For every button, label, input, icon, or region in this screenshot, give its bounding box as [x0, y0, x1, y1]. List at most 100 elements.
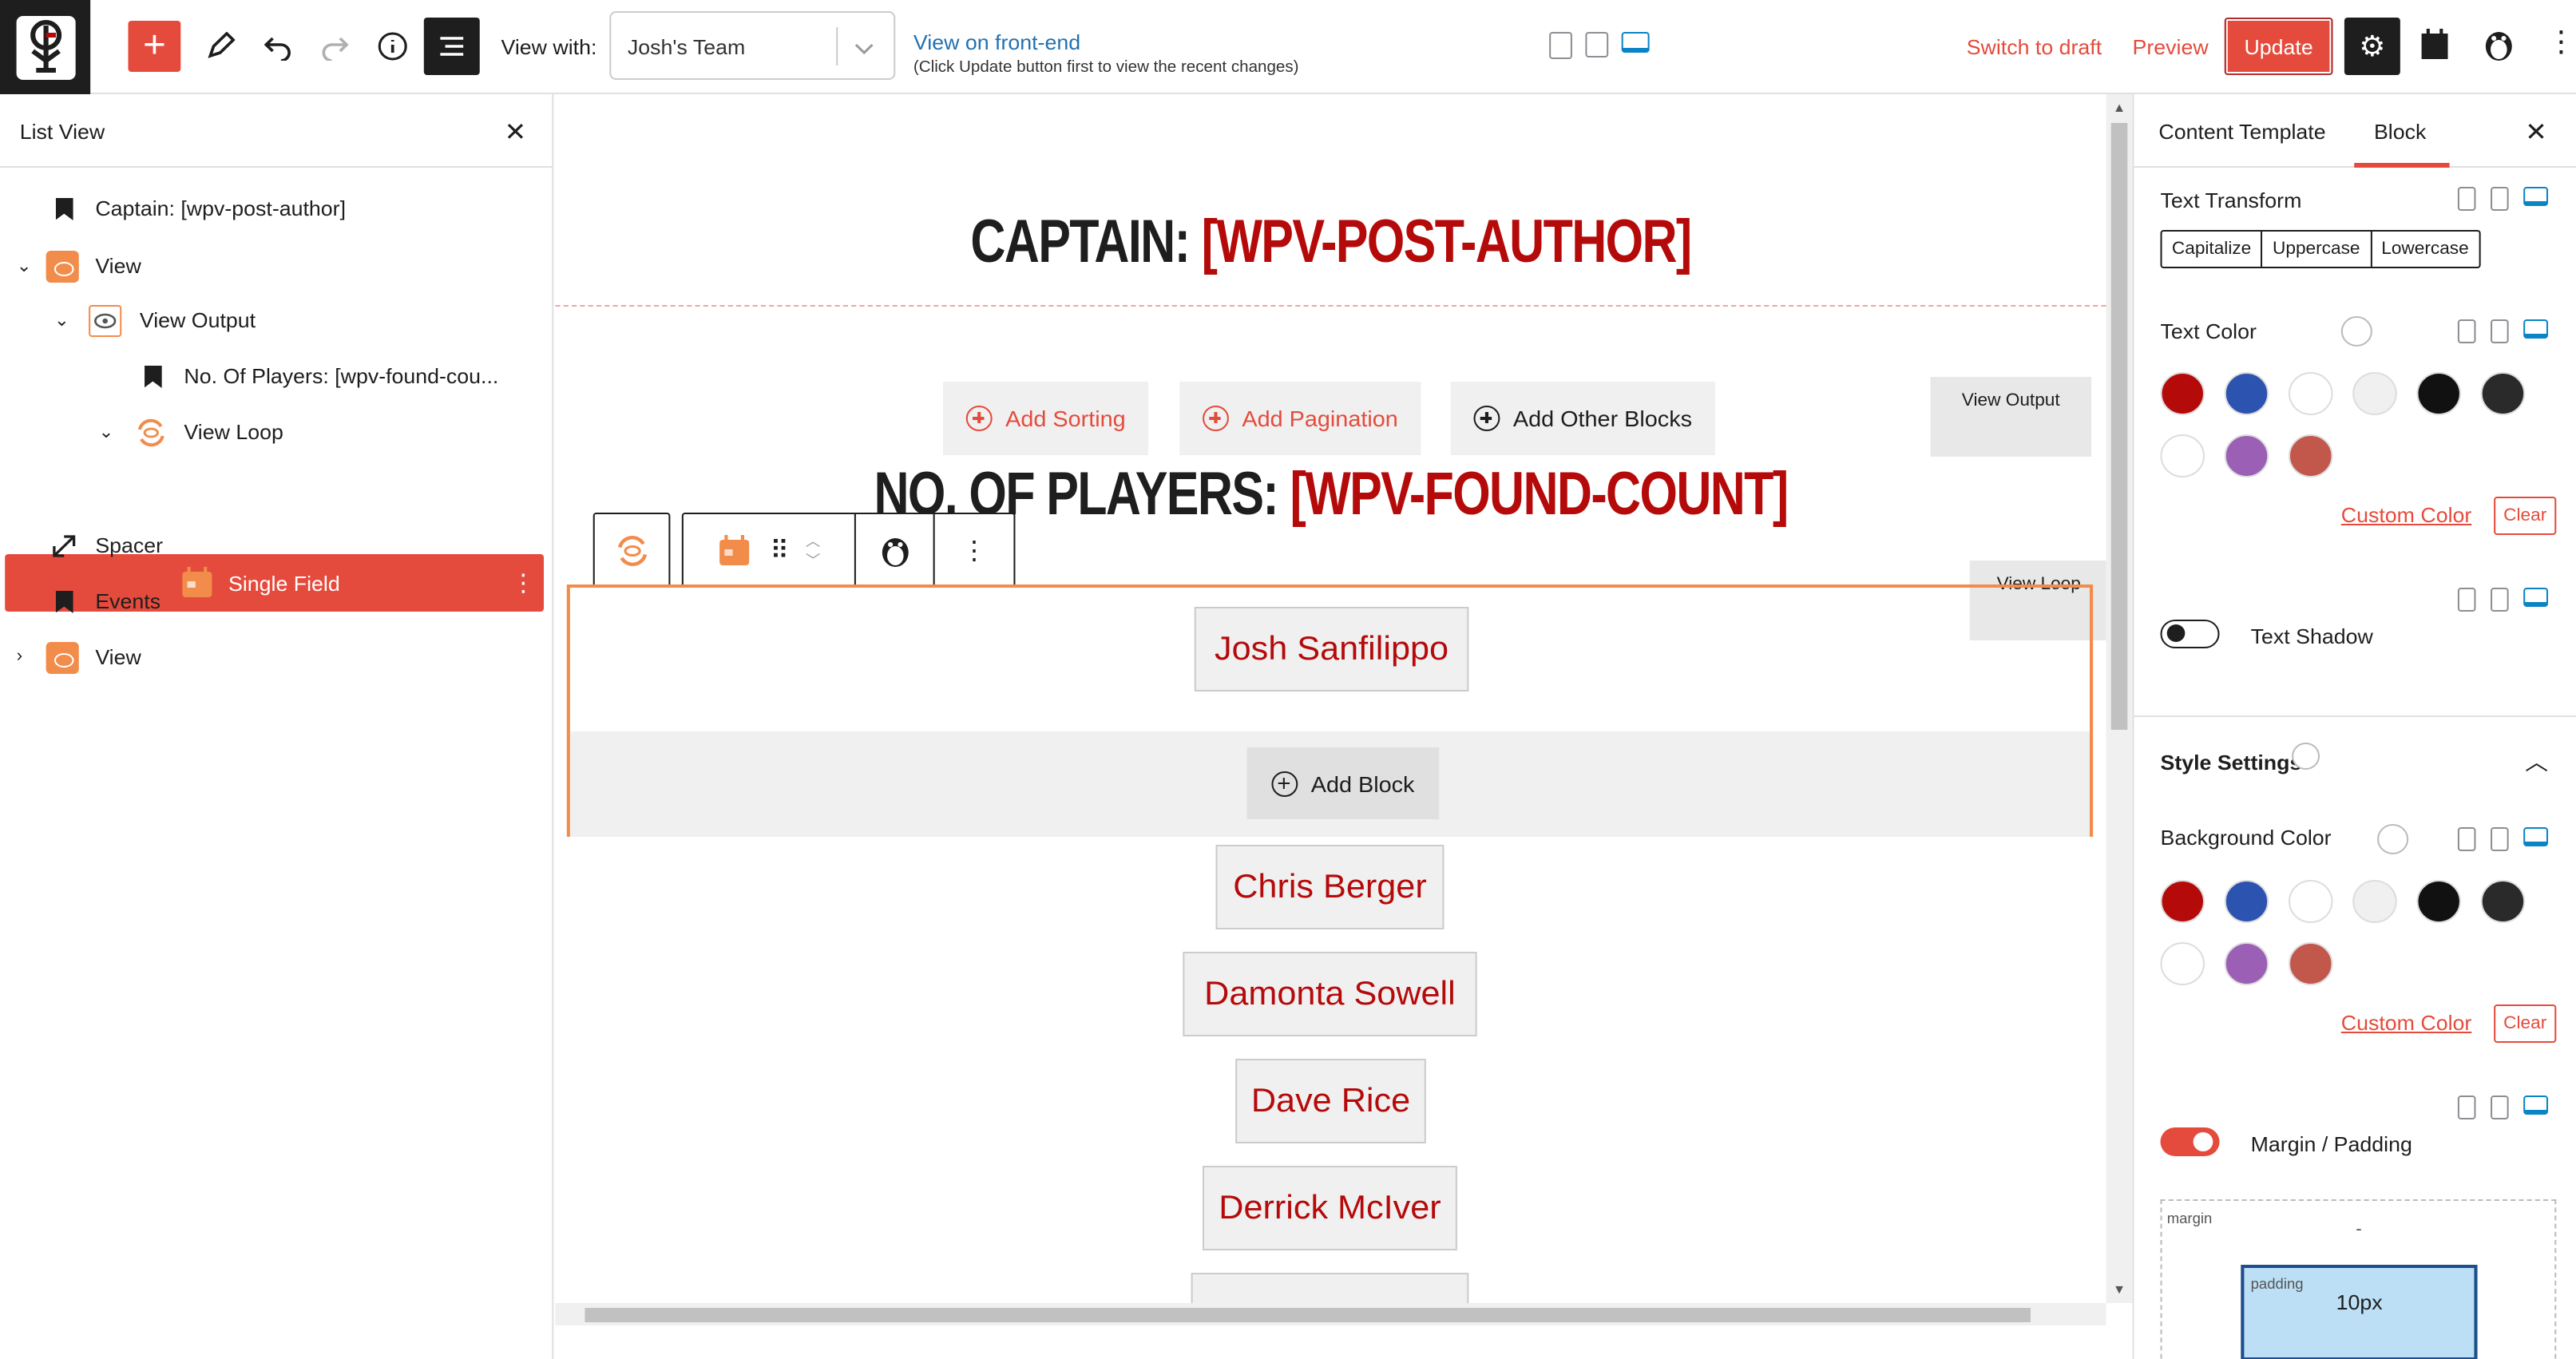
tools-button[interactable]	[194, 21, 247, 72]
view-with-select[interactable]: Josh's Team	[609, 11, 896, 80]
color-swatch[interactable]	[2288, 372, 2333, 415]
capitalize-button[interactable]: Capitalize	[2162, 232, 2263, 267]
player-card[interactable]: Josh Sanfilippo	[1194, 607, 1469, 691]
desktop-icon[interactable]	[2523, 187, 2549, 206]
chevron-down-icon[interactable]: ⌄	[54, 310, 74, 331]
text-shadow-toggle[interactable]	[2160, 620, 2220, 648]
redo-button[interactable]	[309, 21, 362, 72]
site-logo[interactable]	[0, 0, 91, 94]
mobile-icon[interactable]	[2457, 827, 2476, 851]
color-swatch[interactable]	[2288, 880, 2333, 923]
mobile-icon[interactable]	[2457, 187, 2476, 211]
lowercase-button[interactable]: Lowercase	[2372, 232, 2479, 267]
list-item-view-loop[interactable]: ⌄ View Loop	[0, 404, 553, 460]
color-swatch[interactable]	[2480, 372, 2526, 415]
move-up-down-icon[interactable]: ︿ ﹀	[806, 531, 821, 569]
add-block-button[interactable]: +	[128, 21, 181, 72]
details-button[interactable]	[367, 21, 419, 72]
calendar-button[interactable]	[2415, 22, 2454, 67]
color-swatch[interactable]	[2288, 434, 2333, 477]
tablet-icon[interactable]	[2491, 187, 2509, 211]
padding-box[interactable]: padding 10px	[2241, 1265, 2478, 1359]
chevron-right-icon[interactable]: ›	[17, 647, 37, 666]
color-swatch[interactable]	[2160, 434, 2205, 477]
padding-value[interactable]: 10px	[2336, 1290, 2383, 1314]
tablet-icon[interactable]	[1585, 32, 1609, 57]
settings-button[interactable]: ⚙	[2344, 18, 2400, 75]
color-swatch[interactable]	[2224, 942, 2269, 985]
list-item-view-2[interactable]: › View	[0, 629, 553, 685]
color-swatch[interactable]	[2224, 434, 2269, 477]
list-view-button[interactable]	[423, 18, 480, 75]
add-other-blocks-button[interactable]: Add Other Blocks	[1450, 382, 1715, 455]
switch-to-draft-button[interactable]: Switch to draft	[1967, 35, 2102, 59]
penguin-style-button[interactable]	[856, 514, 935, 586]
color-swatch[interactable]	[2480, 880, 2526, 923]
margin-value[interactable]: -	[2356, 1220, 2362, 1239]
tablet-icon[interactable]	[2491, 319, 2509, 343]
view-front-end-link[interactable]: View on front-end	[913, 30, 1080, 54]
tablet-icon[interactable]	[2491, 827, 2509, 851]
color-swatch[interactable]	[2352, 880, 2397, 923]
preview-button[interactable]: Preview	[2133, 35, 2209, 59]
mobile-icon[interactable]	[1549, 32, 1572, 59]
drag-handle-icon[interactable]: ⠿	[770, 534, 789, 566]
clear-color-button[interactable]: Clear	[2494, 1004, 2557, 1043]
canvas-horizontal-scrollbar[interactable]	[555, 1303, 2106, 1325]
scroll-up-icon[interactable]: ▲	[2113, 101, 2126, 115]
desktop-icon[interactable]	[1621, 32, 1650, 53]
color-swatch[interactable]	[2160, 372, 2205, 415]
tablet-icon[interactable]	[2491, 1096, 2509, 1119]
color-swatch[interactable]	[2224, 372, 2269, 415]
desktop-icon[interactable]	[2523, 319, 2549, 339]
list-item-events[interactable]: Events	[0, 573, 553, 629]
desktop-icon[interactable]	[2523, 827, 2549, 846]
list-item-view[interactable]: ⌄ View	[0, 238, 553, 294]
color-swatch[interactable]	[2160, 880, 2205, 923]
close-icon[interactable]: ✕	[505, 117, 527, 149]
block-options-button[interactable]: ⋮	[935, 514, 1014, 586]
color-swatch[interactable]	[2224, 880, 2269, 923]
parent-block-selector[interactable]	[592, 513, 671, 588]
canvas-vertical-scrollbar[interactable]: ▲ ▼	[2106, 94, 2133, 1303]
style-settings-title[interactable]: Style Settings	[2160, 751, 2301, 775]
update-button[interactable]: Update	[2224, 18, 2333, 75]
uppercase-button[interactable]: Uppercase	[2263, 232, 2372, 267]
scroll-down-icon[interactable]: ▼	[2113, 1282, 2126, 1297]
list-item-captain-heading[interactable]: Captain: [wpv-post-author]	[0, 180, 553, 236]
player-card[interactable]: Derrick McIver	[1203, 1166, 1457, 1250]
add-block-button[interactable]: Add Block	[1246, 747, 1440, 819]
tab-content-template[interactable]: Content Template	[2158, 120, 2325, 144]
color-swatch[interactable]	[2416, 372, 2461, 415]
mobile-icon[interactable]	[2457, 588, 2476, 612]
player-card[interactable]: Chris Berger	[1215, 845, 1445, 929]
more-options-button[interactable]: ⋮	[2546, 26, 2576, 59]
tab-block[interactable]: Block	[2374, 120, 2426, 144]
captain-heading[interactable]: CAPTAIN: [WPV-POST-AUTHOR]	[726, 209, 1936, 278]
scroll-thumb[interactable]	[2110, 123, 2128, 730]
mobile-icon[interactable]	[2457, 319, 2476, 343]
clear-color-button[interactable]: Clear	[2494, 497, 2557, 535]
undo-button[interactable]	[252, 21, 304, 72]
scroll-thumb[interactable]	[585, 1308, 2031, 1322]
desktop-icon[interactable]	[2523, 1096, 2549, 1115]
player-card[interactable]: Dave Rice	[1235, 1059, 1426, 1143]
player-card-partial[interactable]	[1191, 1273, 1469, 1303]
custom-color-link[interactable]: Custom Color	[2341, 1011, 2471, 1035]
margin-padding-toggle[interactable]	[2160, 1127, 2220, 1156]
list-item-spacer[interactable]: Spacer	[0, 517, 553, 573]
calendar-field-icon[interactable]	[717, 534, 750, 566]
add-sorting-button[interactable]: Add Sorting	[942, 382, 1149, 455]
mobile-icon[interactable]	[2457, 1096, 2476, 1119]
color-swatch[interactable]	[2352, 372, 2397, 415]
player-card[interactable]: Damonta Sowell	[1183, 952, 1477, 1036]
add-pagination-button[interactable]: Add Pagination	[1179, 382, 1421, 455]
chevron-down-icon[interactable]: ⌄	[17, 256, 37, 276]
color-swatch[interactable]	[2416, 880, 2461, 923]
penguin-button[interactable]	[2478, 22, 2520, 67]
tablet-icon[interactable]	[2491, 588, 2509, 612]
close-icon[interactable]: ✕	[2525, 117, 2547, 149]
list-item-view-output[interactable]: ⌄ View Output	[0, 292, 553, 348]
list-item-players-heading[interactable]: No. Of Players: [wpv-found-cou...	[0, 348, 553, 404]
custom-color-link[interactable]: Custom Color	[2341, 503, 2471, 527]
